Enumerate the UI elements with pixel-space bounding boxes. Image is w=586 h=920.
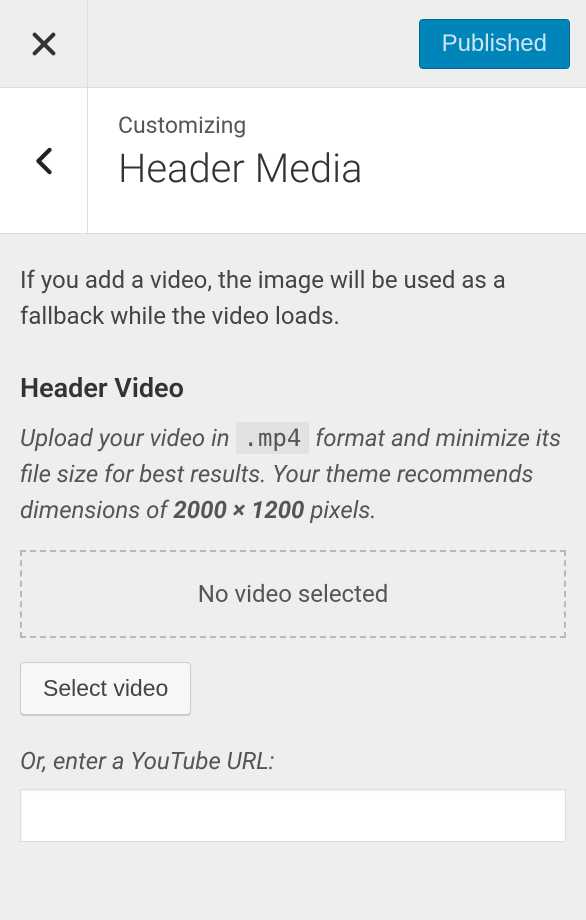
breadcrumb: Customizing — [118, 112, 363, 139]
header-content: Customizing Header Media — [88, 88, 383, 233]
help-code-format: .mp4 — [236, 422, 310, 454]
help-text-pre: Upload your video in — [20, 424, 236, 452]
youtube-url-input[interactable] — [20, 789, 566, 842]
help-text-post: pixels. — [304, 496, 376, 524]
close-button[interactable] — [0, 0, 88, 88]
chevron-left-icon — [34, 147, 54, 175]
close-icon — [30, 30, 58, 58]
back-button[interactable] — [0, 88, 88, 233]
content-area: If you add a video, the image will be us… — [0, 234, 586, 862]
top-bar: Published — [0, 0, 586, 88]
help-dimensions: 2000 × 1200 — [173, 496, 304, 524]
select-video-button[interactable]: Select video — [20, 662, 191, 715]
youtube-url-label: Or, enter a YouTube URL: — [20, 747, 566, 775]
header-video-help: Upload your video in .mp4 format and min… — [20, 420, 566, 528]
video-dropzone[interactable]: No video selected — [20, 550, 566, 638]
header-video-heading: Header Video — [20, 372, 566, 404]
published-button[interactable]: Published — [419, 19, 570, 69]
intro-text: If you add a video, the image will be us… — [20, 262, 566, 334]
section-header: Customizing Header Media — [0, 88, 586, 234]
page-title: Header Media — [118, 145, 363, 192]
